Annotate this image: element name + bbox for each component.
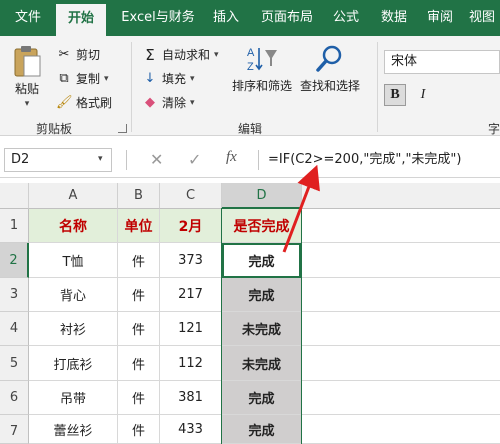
annotation-arrow <box>282 164 320 253</box>
